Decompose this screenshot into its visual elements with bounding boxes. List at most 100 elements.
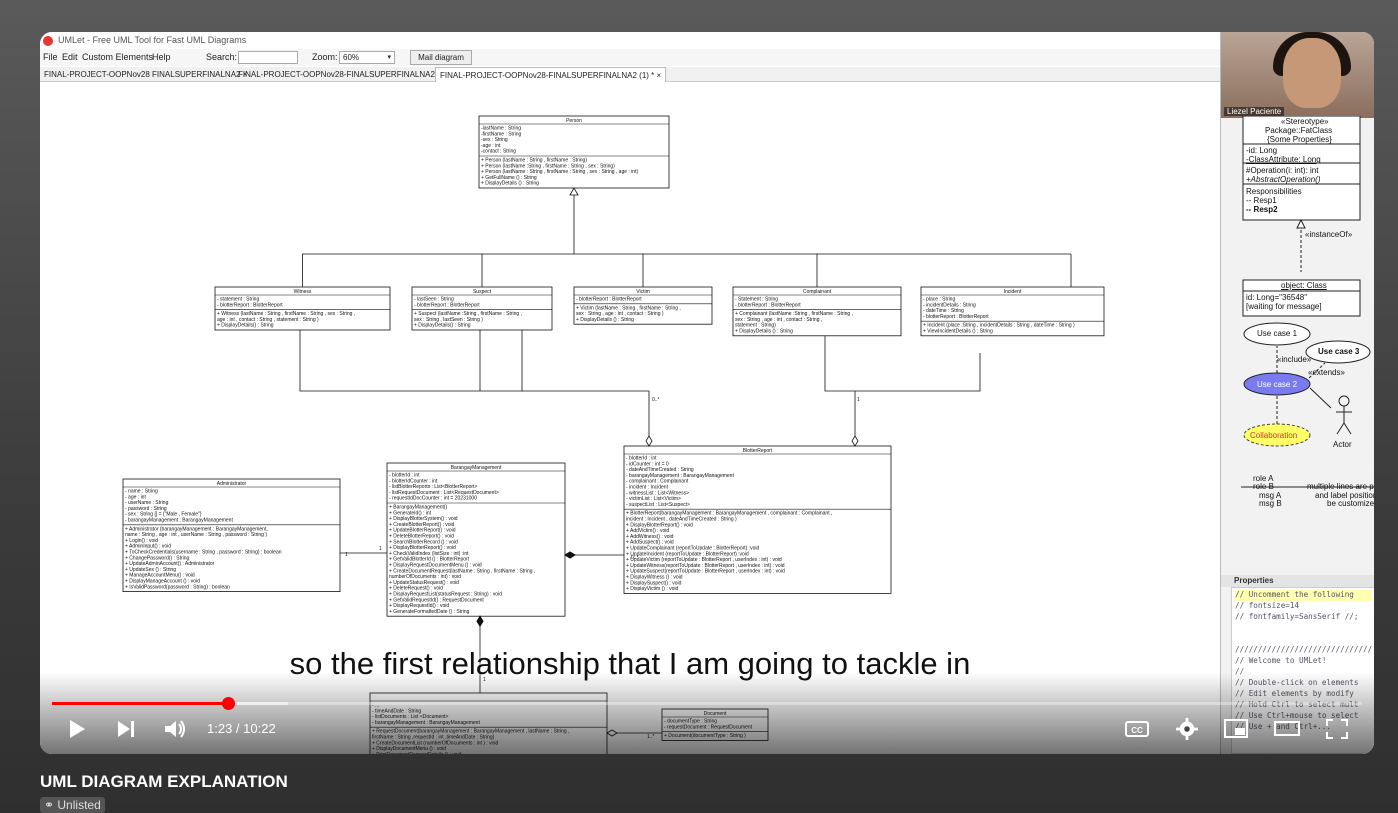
menu-custom-elements[interactable]: Custom Elements <box>82 49 153 66</box>
object-name: object: Class <box>1281 281 1327 290</box>
class-operation: + DisplayDetails () : String <box>576 317 634 323</box>
properties-line: // Uncomment the following <box>1235 590 1371 601</box>
association-line <box>299 330 523 392</box>
umlet-title-bar: UMLet - Free UML Tool for Fast UML Diagr… <box>40 32 1220 49</box>
aggregation-diamond <box>645 435 653 447</box>
class-operation: + DisplayVictim () : void <box>626 586 679 592</box>
properties-line <box>1235 623 1371 634</box>
msg-b-label: msg B <box>1259 499 1282 508</box>
multiplicity-label: 1 <box>345 552 348 558</box>
generalization-arrowhead <box>569 187 579 196</box>
properties-title: Properties <box>1221 575 1374 587</box>
fat-class-op: #Operation(i: int): int <box>1246 166 1319 175</box>
zoom-label: Zoom: <box>312 52 338 62</box>
instance-of-arrowhead <box>1296 218 1306 229</box>
extends-label: «extends» <box>1308 368 1345 377</box>
menu-help[interactable]: Help <box>152 49 171 66</box>
class-name: Suspect <box>473 289 492 295</box>
class-operation: + GenerateFormattedDate () : String <box>389 609 470 615</box>
fat-class-attr: -id: Long <box>1246 146 1278 155</box>
tab-file-1[interactable]: FINAL-PROJECT-OOPNov28 FINALSUPERFINALNA… <box>40 67 251 82</box>
note-line: be customized <box>1327 499 1374 508</box>
video-title: UML DIAGRAM EXPLANATION <box>40 772 288 791</box>
include-label: «include» <box>1277 355 1312 364</box>
class-operation: + DisplayDetails() : String <box>414 323 471 329</box>
class-attribute: -contact : String <box>481 149 516 155</box>
video-player[interactable]: UMLet - Free UML Tool for Fast UML Diagr… <box>40 32 1374 754</box>
actor-label: Actor <box>1333 440 1352 449</box>
class-name: Victim <box>636 289 650 295</box>
object-attr: id: Long="36548" <box>1246 293 1308 302</box>
chevron-down-icon: ▾ <box>387 54 391 61</box>
fullscreen-icon[interactable] <box>1325 718 1349 740</box>
class-name: BlotterReport <box>743 448 773 454</box>
fat-class-resp: Responsibilities <box>1246 187 1302 196</box>
role-b-label: role B <box>1253 482 1274 491</box>
mail-diagram-button[interactable]: Mail diagram <box>410 50 472 65</box>
umlet-window-title: UMLet - Free UML Tool for Fast UML Diagr… <box>58 35 247 45</box>
note-line: multiple lines are po <box>1307 482 1374 491</box>
multiplicity-label: 0..* <box>652 397 660 403</box>
webcam-name-label: Liezel Paciente <box>1224 107 1285 116</box>
menu-file[interactable]: File <box>43 49 58 66</box>
umlet-logo-icon <box>43 36 53 46</box>
volume-icon[interactable] <box>163 718 187 740</box>
tab-label: FINAL-PROJECT-OOPNov28 FINALSUPERFINALNA… <box>44 70 241 79</box>
fat-class-resp: -- Resp2 <box>1246 205 1278 214</box>
visibility-badge: ⚭ Unlisted <box>40 797 105 813</box>
tab-file-3[interactable]: FINAL-PROJECT-OOPNov28-FINALSUPERFINALNA… <box>435 67 667 82</box>
search-label: Search: <box>206 52 238 62</box>
umlet-tab-bar: FINAL-PROJECT-OOPNov28 FINALSUPERFINALNA… <box>40 67 1220 82</box>
progress-played <box>52 702 228 705</box>
webcam-overlay: Liezel Paciente <box>1221 32 1374 118</box>
class-name: BarangayManagement <box>451 465 502 471</box>
class-operation: + IsValidPassword(password : String) : b… <box>125 584 230 590</box>
multiplicity-label: 1 <box>857 397 860 403</box>
theater-mode-icon[interactable] <box>1274 718 1300 740</box>
progress-scrubber[interactable] <box>221 697 235 710</box>
class-attribute: - blotterReport : BlotterReport <box>576 297 642 303</box>
tab-file-2[interactable]: FINAL-PROJECT-OOPNov28-FINALSUPERFINALNA… <box>234 67 451 82</box>
next-video-icon[interactable] <box>115 718 137 740</box>
properties-line: // fontsize=14 <box>1235 601 1300 610</box>
cc-text: CC <box>1131 726 1143 735</box>
tab-label: FINAL-PROJECT-OOPNov28-FINALSUPERFINALNA… <box>440 71 655 80</box>
class-name: Administrator <box>217 481 247 487</box>
association-line <box>824 335 981 392</box>
controls-gradient <box>40 672 1374 754</box>
progress-bar[interactable] <box>52 697 1362 710</box>
class-name: Complainant <box>803 289 832 295</box>
properties-line: // Welcome to UMLet! <box>1235 656 1327 665</box>
class-attribute: - blotterReport : BlotterReport <box>735 302 801 308</box>
actor-head-icon <box>1338 395 1350 407</box>
multiplicity-label: 0..* <box>631 555 639 561</box>
properties-line: ////////////////////////////// <box>1235 645 1373 654</box>
visibility-label: Unlisted <box>57 798 101 812</box>
actor-leg <box>1343 422 1352 435</box>
settings-gear-icon[interactable] <box>1175 718 1199 740</box>
time-display: 1:23 / 10:22 <box>207 721 276 736</box>
zoom-select[interactable]: 60% ▾ <box>339 51 395 64</box>
play-icon[interactable] <box>66 718 88 740</box>
class-attribute: - blotterReport : BlotterReport <box>217 302 283 308</box>
class-attribute: - barangayManagement : BarangayManagemen… <box>125 518 233 524</box>
class-attribute: - requestIdDocCounter : int = 20231000 <box>389 496 477 502</box>
class-attribute: - blotterReport : BlotterReport <box>414 302 480 308</box>
actor-leg <box>1336 422 1345 435</box>
tab-label: FINAL-PROJECT-OOPNov28-FINALSUPERFINALNA… <box>238 70 441 79</box>
use-case-1-label: Use case 1 <box>1257 329 1298 338</box>
menu-edit[interactable]: Edit <box>62 49 78 66</box>
fat-class-resp: -- Resp1 <box>1246 196 1277 205</box>
class-attribute: - suspectList : List<Suspect> <box>626 502 690 508</box>
class-operation: + DisplayDetails () : String <box>735 329 793 335</box>
class-name: Incident <box>1004 289 1022 295</box>
class-name: Witness <box>294 289 312 295</box>
fat-class-attr: -ClassAttribute: Long <box>1246 155 1321 164</box>
miniplayer-icon[interactable] <box>1224 718 1248 740</box>
close-icon[interactable]: × <box>657 71 662 80</box>
closed-captions-icon[interactable]: CC <box>1125 718 1149 740</box>
class-operation: + DisplayDetails() : String <box>217 323 274 329</box>
fat-class-stereotype: «Stereotype» <box>1281 117 1329 126</box>
umlet-menubar: File Edit Custom Elements Help Search: Z… <box>40 49 1220 66</box>
search-input[interactable] <box>238 51 298 64</box>
